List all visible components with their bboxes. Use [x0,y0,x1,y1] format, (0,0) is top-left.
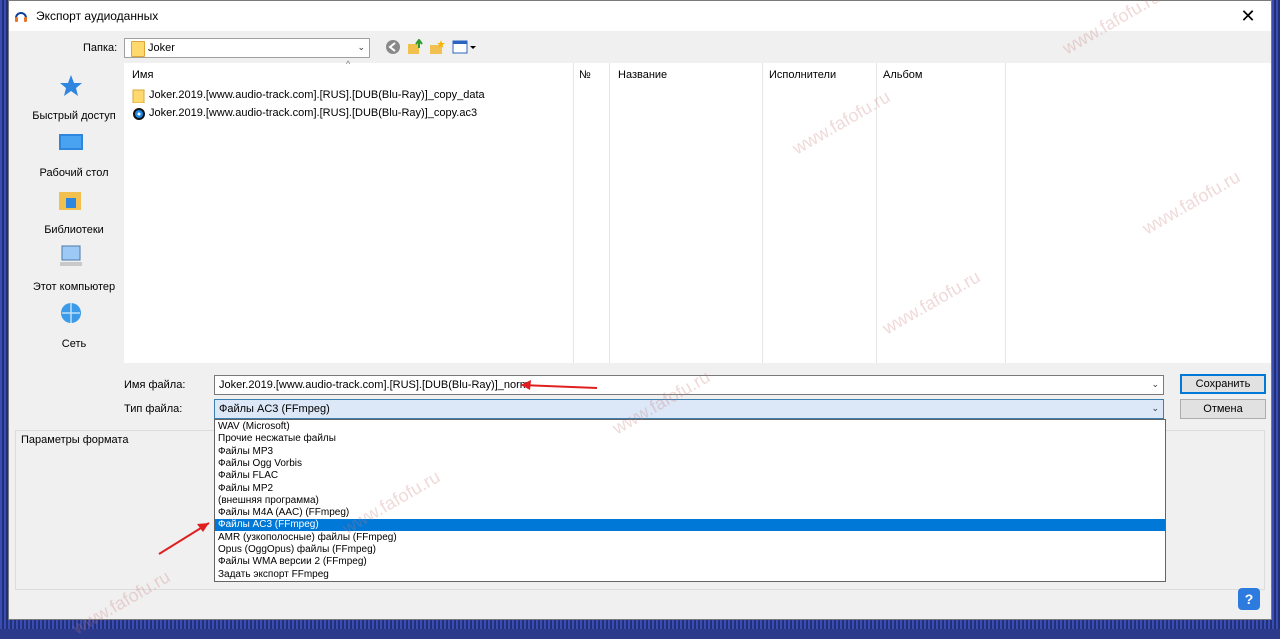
star-icon [58,73,84,99]
filetype-select[interactable]: Файлы AC3 (FFmpeg) ⌄ [214,399,1164,419]
file-row[interactable]: Joker.2019.[www.audio-track.com].[RUS].[… [132,87,632,105]
desktop-icon [58,130,84,156]
filetype-option[interactable]: Задать экспорт FFmpeg [215,569,1165,581]
filetype-option[interactable]: Файлы MP2 [215,483,1165,495]
chevron-down-icon: ⌄ [357,42,365,52]
filetype-option[interactable]: Прочие несжатые файлы [215,433,1165,445]
column-header-number[interactable]: № [579,69,591,81]
place-star[interactable]: Быстрый доступ [16,73,122,123]
chevron-down-icon[interactable]: ⌄ [1151,403,1159,414]
file-list[interactable]: ^ Имя № Название Исполнители Альбом Joke… [124,59,1271,363]
place-network[interactable]: Сеть [16,301,122,351]
audio-file-icon [133,108,145,120]
column-header-artist[interactable]: Исполнители [769,69,836,81]
column-header-album[interactable]: Альбом [883,69,922,81]
filename-value: Joker.2019.[www.audio-track.com].[RUS].[… [219,379,529,391]
folder-label: Папка: [83,42,118,54]
file-name: Joker.2019.[www.audio-track.com].[RUS].[… [149,89,485,101]
place-desktop[interactable]: Рабочий стол [16,130,122,180]
file-row[interactable]: Joker.2019.[www.audio-track.com].[RUS].[… [132,105,632,123]
cancel-button[interactable]: Отмена [1180,399,1266,419]
place-label: Библиотеки [44,224,104,236]
filetype-label: Тип файла: [124,403,183,415]
column-divider [762,63,763,363]
column-header-title[interactable]: Название [618,69,667,81]
chevron-down-icon[interactable]: ⌄ [1151,379,1159,390]
new-folder-icon[interactable] [429,39,445,55]
filetype-option[interactable]: (внешняя программа) [215,495,1165,507]
computer-icon [58,244,84,270]
place-libraries[interactable]: Библиотеки [16,187,122,237]
network-icon [58,301,84,327]
folder-combo[interactable]: Joker ⌄ [124,38,370,58]
export-dialog: Экспорт аудиоданных ✕ Папка: Joker ⌄ Быс… [8,0,1272,638]
audacity-icon [15,12,27,22]
folder-icon [132,89,145,103]
close-button[interactable]: ✕ [1225,1,1271,31]
libraries-icon [58,187,84,213]
folder-icon [131,41,145,57]
filetype-option[interactable]: Файлы MP3 [215,446,1165,458]
sort-indicator-icon: ^ [346,59,351,69]
filetype-option[interactable]: Файлы Ogg Vorbis [215,458,1165,470]
place-label: Сеть [61,338,87,350]
folder-name: Joker [148,42,175,54]
place-computer[interactable]: Этот компьютер [16,244,122,294]
column-divider [1005,63,1006,363]
help-button[interactable]: ? [1238,588,1260,610]
filename-label: Имя файла: [124,379,186,391]
filetype-option[interactable]: WAV (Microsoft) [215,421,1165,433]
places-bar: Быстрый доступ Рабочий стол Библиотеки Этот… [16,65,122,365]
column-header-name[interactable]: Имя [132,69,153,81]
place-label: Рабочий стол [39,167,109,179]
place-label: Этот компьютер [32,281,116,293]
filetype-option[interactable]: Файлы FLAC [215,470,1165,482]
place-label: Быстрый доступ [32,110,116,122]
file-name: Joker.2019.[www.audio-track.com].[RUS].[… [149,107,478,119]
filetype-value: Файлы AC3 (FFmpeg) [219,403,330,415]
view-menu-icon[interactable] [452,39,478,55]
save-button[interactable]: Сохранить [1180,374,1266,394]
up-folder-icon[interactable] [407,39,423,55]
back-icon[interactable] [385,39,401,55]
window-title: Экспорт аудиоданных [36,9,159,23]
filetype-option[interactable]: Opus (OggOpus) файлы (FFmpeg) [215,544,1165,556]
filetype-dropdown-list[interactable]: WAV (Microsoft) Прочие несжатые файлы Файл… [214,419,1166,582]
format-options-title: Параметры формата [21,434,129,446]
filetype-option[interactable]: Файлы WMA версии 2 (FFmpeg) [215,556,1165,568]
